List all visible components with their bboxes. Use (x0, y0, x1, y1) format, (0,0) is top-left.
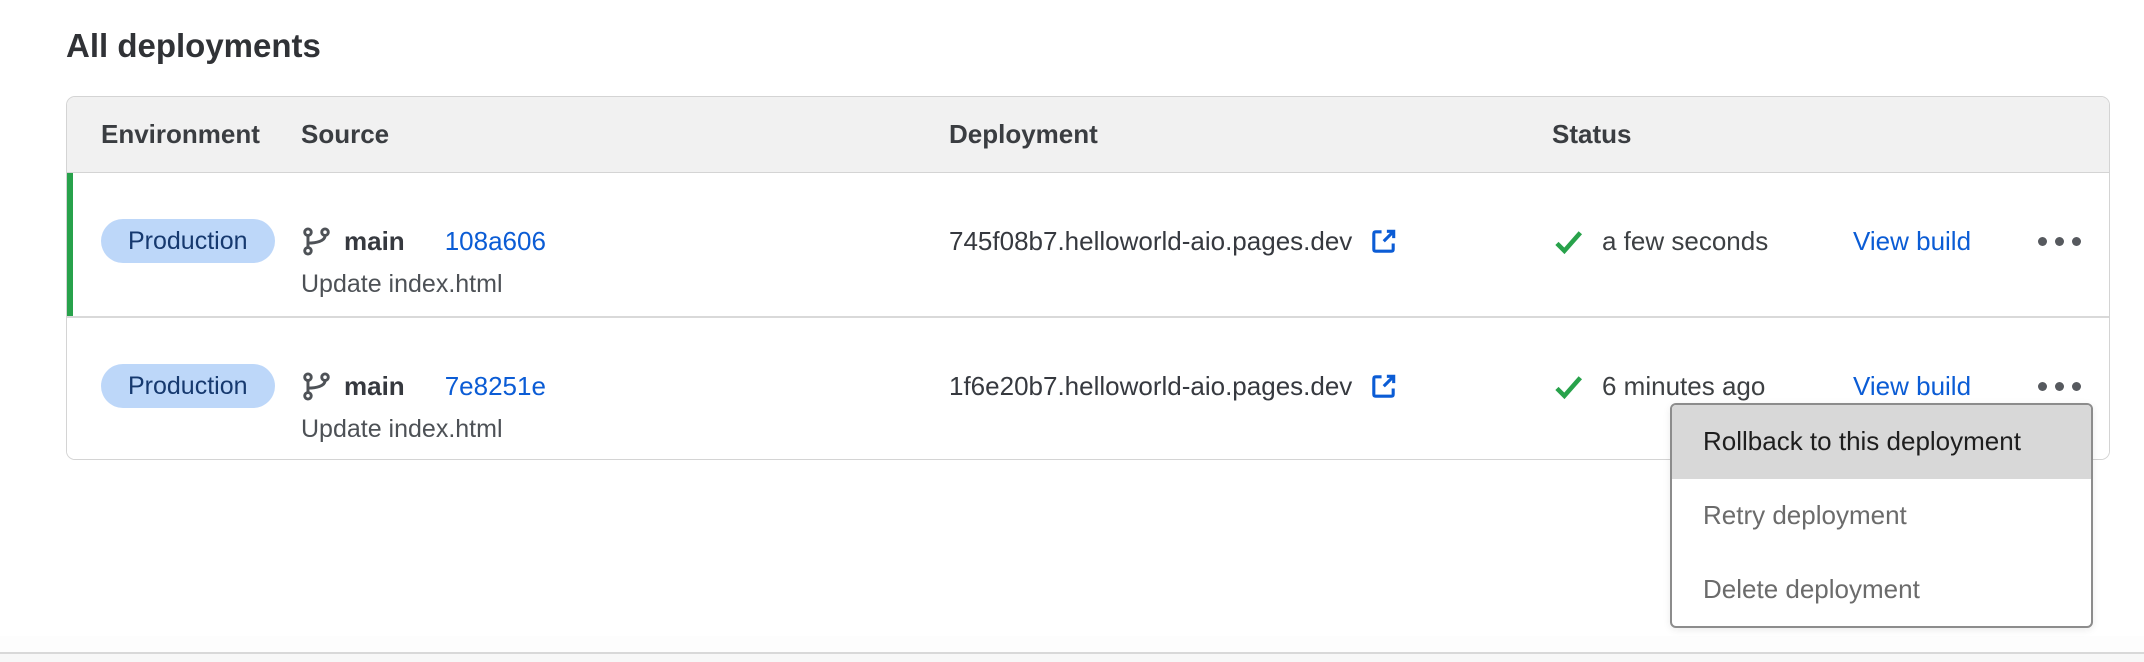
menu-item-retry[interactable]: Retry deployment (1672, 479, 2091, 553)
header-environment: Environment (67, 119, 301, 150)
status-time: 6 minutes ago (1602, 371, 1765, 402)
page-title: All deployments (66, 26, 321, 66)
git-branch-icon (301, 226, 332, 257)
external-link-icon[interactable] (1368, 371, 1399, 402)
menu-item-delete[interactable]: Delete deployment (1672, 552, 2091, 626)
deployment-cell: 1f6e20b7.helloworld-aio.pages.dev (949, 318, 1552, 459)
view-build-link[interactable]: View build (1853, 219, 1971, 263)
commit-message: Update index.html (301, 414, 546, 444)
deployment-url: 1f6e20b7.helloworld-aio.pages.dev (949, 371, 1352, 402)
header-status: Status (1552, 119, 2109, 150)
environment-cell: Production (67, 173, 301, 316)
ellipsis-menu-button[interactable] (2038, 219, 2081, 263)
git-branch-icon (301, 371, 332, 402)
status-time: a few seconds (1602, 226, 1768, 257)
ellipsis-menu-button[interactable] (2038, 364, 2081, 408)
menu-item-rollback[interactable]: Rollback to this deployment (1672, 405, 2091, 479)
environment-badge: Production (101, 219, 275, 263)
bottom-divider-fill (0, 654, 2144, 662)
header-deployment: Deployment (949, 119, 1552, 150)
commit-link[interactable]: 7e8251e (445, 371, 546, 402)
view-build-link[interactable]: View build (1853, 364, 1971, 408)
table-header-row: Environment Source Deployment Status (67, 97, 2109, 173)
environment-badge: Production (101, 364, 275, 408)
deployment-context-menu: Rollback to this deployment Retry deploy… (1670, 403, 2093, 628)
check-icon (1552, 370, 1585, 403)
deployment-url: 745f08b7.helloworld-aio.pages.dev (949, 226, 1352, 257)
deployment-row-1: Production main 108a606 (67, 173, 2109, 318)
status-cell: a few seconds View build (1552, 173, 2109, 316)
external-link-icon[interactable] (1368, 226, 1399, 257)
environment-cell: Production (67, 318, 301, 459)
branch-name: main (344, 226, 405, 257)
header-source: Source (301, 119, 949, 150)
commit-link[interactable]: 108a606 (445, 226, 546, 257)
commit-message: Update index.html (301, 269, 546, 299)
source-cell: main 7e8251e Update index.html (301, 318, 949, 459)
deployment-cell: 745f08b7.helloworld-aio.pages.dev (949, 173, 1552, 316)
branch-name: main (344, 371, 405, 402)
check-icon (1552, 225, 1585, 258)
source-cell: main 108a606 Update index.html (301, 173, 949, 316)
bottom-divider (0, 636, 2144, 662)
